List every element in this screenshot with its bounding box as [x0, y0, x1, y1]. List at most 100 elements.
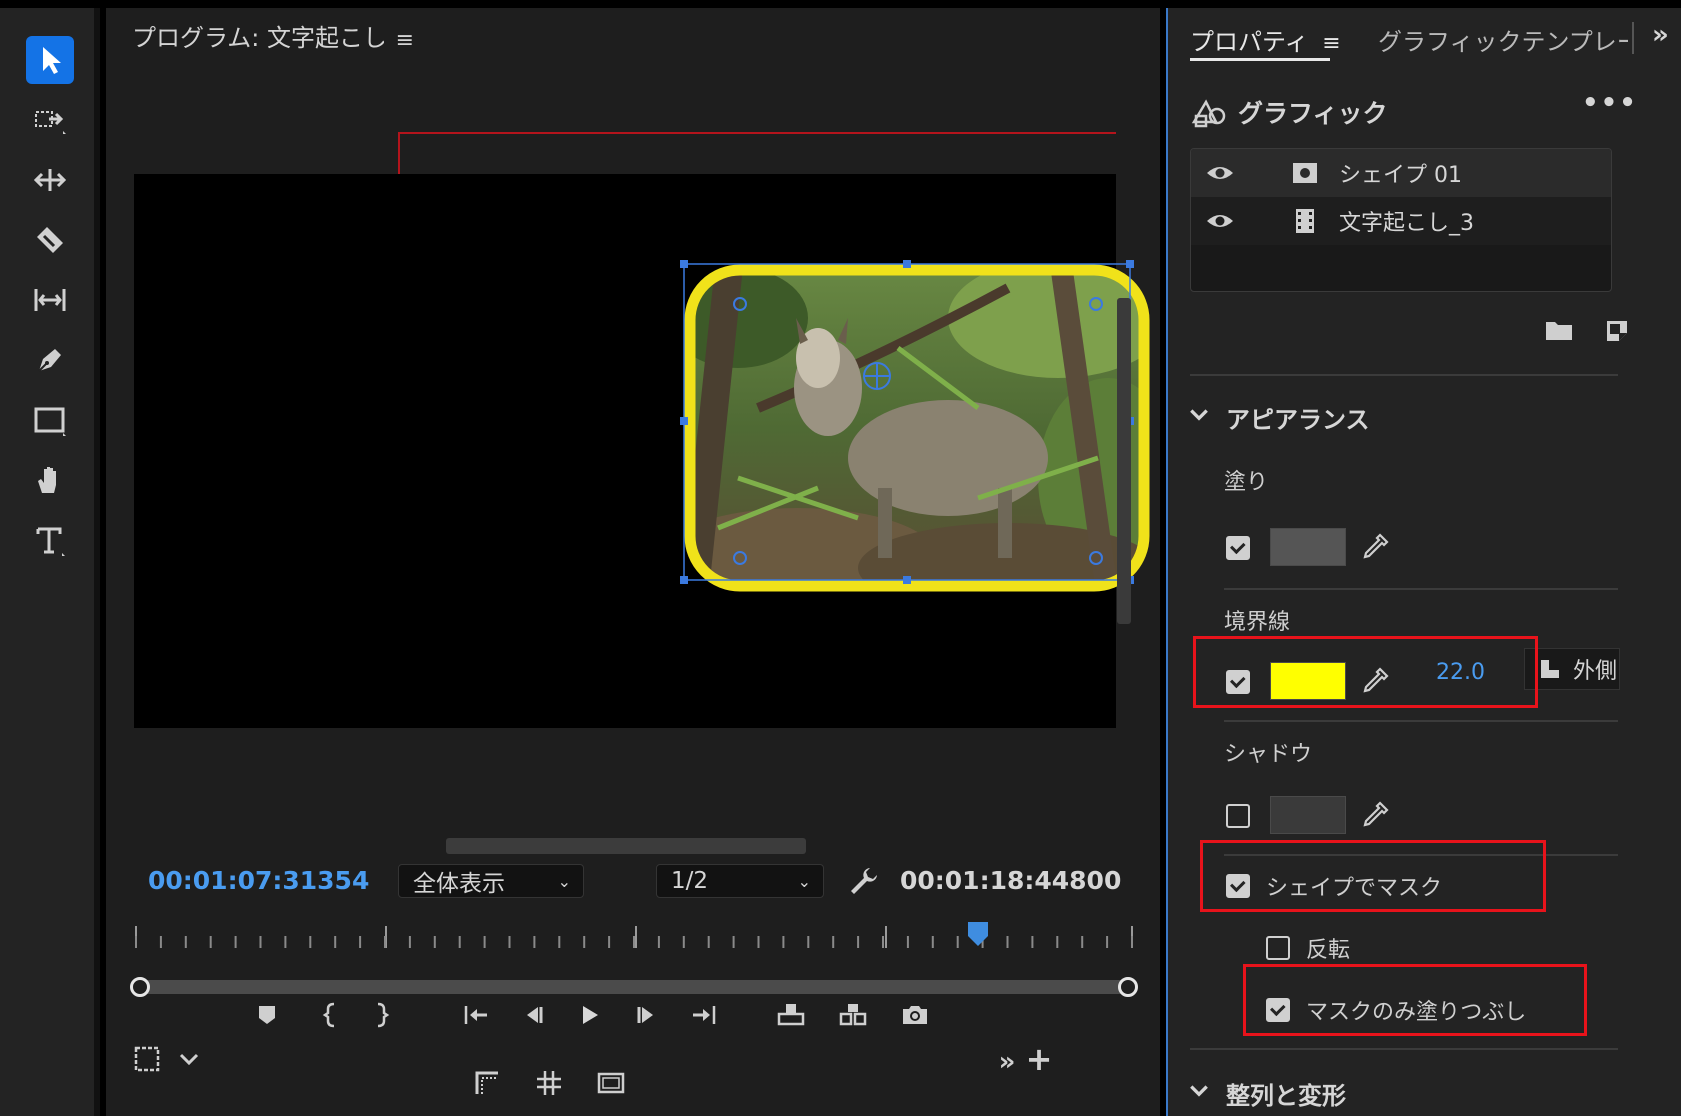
- horizontal-scrollbar[interactable]: [446, 838, 806, 854]
- eyedropper-icon[interactable]: [1360, 532, 1390, 562]
- masked-video-shape[interactable]: [678, 258, 1156, 598]
- fill-checkbox[interactable]: [1226, 536, 1250, 560]
- hamburger-icon[interactable]: ≡: [396, 28, 414, 53]
- frame-icon: [597, 1072, 625, 1094]
- graphic-layers-list: シェイプ 01 文字起こし_3: [1190, 148, 1612, 292]
- rectangle-tool[interactable]: [26, 396, 74, 444]
- safe-margins-button[interactable]: [468, 1064, 506, 1102]
- go-to-in-button[interactable]: [456, 996, 494, 1034]
- eye-icon[interactable]: [1205, 209, 1235, 233]
- current-timecode[interactable]: 00:01:07:31354: [148, 866, 369, 895]
- step-back-icon: [527, 1007, 543, 1023]
- playback-resolution-select[interactable]: 1/2 ⌄: [656, 864, 824, 898]
- layer-name: シェイプ 01: [1339, 163, 1462, 188]
- play-icon: [583, 1006, 598, 1024]
- lift-button[interactable]: [772, 996, 810, 1034]
- playhead[interactable]: [966, 920, 990, 948]
- marker-icon: [259, 1006, 275, 1024]
- stroke-outside-icon: [1541, 660, 1559, 678]
- tab-separator: [1632, 22, 1634, 54]
- stroke-position-label: 外側: [1573, 659, 1618, 684]
- title-safe-guide: [398, 132, 1116, 176]
- chevron-down-icon: ⌄: [797, 871, 811, 891]
- mark-in-button[interactable]: [312, 996, 350, 1034]
- camera-icon: [903, 1006, 927, 1024]
- tab-graphic-templates[interactable]: グラフィックテンプレート: [1378, 22, 1628, 57]
- slip-tool[interactable]: [26, 276, 74, 324]
- zoom-level-select[interactable]: 全体表示 ⌄: [398, 864, 584, 898]
- tab-properties-label: プロパティ: [1190, 28, 1309, 56]
- tools-panel: [0, 8, 100, 1116]
- track-select-tool-icon: [35, 111, 66, 134]
- shadow-checkbox[interactable]: [1226, 804, 1250, 828]
- track-select-tool[interactable]: [26, 96, 74, 144]
- chevron-down-button[interactable]: [170, 1040, 208, 1078]
- comparison-view-button[interactable]: [592, 1064, 630, 1102]
- zoom-scroll-bar[interactable]: [138, 980, 1128, 994]
- zoom-level-value: 全体表示: [413, 871, 505, 897]
- razor-tool[interactable]: [26, 216, 74, 264]
- go-to-in-icon: [464, 1006, 487, 1024]
- step-back-button[interactable]: [514, 996, 552, 1034]
- pen-tool[interactable]: [26, 336, 74, 384]
- chevron-down-icon[interactable]: [1188, 1080, 1210, 1107]
- eyedropper-icon[interactable]: [1360, 800, 1390, 830]
- step-forward-icon: [637, 1007, 653, 1023]
- folder-icon[interactable]: [1544, 318, 1574, 342]
- resolution-value: 1/2: [671, 868, 709, 894]
- mark-out-button[interactable]: [362, 996, 400, 1034]
- hand-tool[interactable]: [26, 456, 74, 504]
- program-monitor-panel: プログラム: 文字起こし_2 ≡: [106, 8, 1160, 1116]
- layer-row[interactable]: シェイプ 01: [1191, 149, 1611, 197]
- play-button[interactable]: [570, 996, 608, 1034]
- pen-tool-icon: [38, 349, 61, 372]
- graphic-icon: [1191, 99, 1226, 128]
- tab-overflow-icon[interactable]: »: [1652, 20, 1669, 50]
- clip-layer-icon: [1296, 209, 1314, 233]
- ripple-edit-tool[interactable]: [26, 156, 74, 204]
- chevron-down-icon[interactable]: [1188, 404, 1210, 431]
- export-frame-button[interactable]: [896, 996, 934, 1034]
- section-divider: [1190, 1048, 1618, 1050]
- tab-properties[interactable]: プロパティ ≡: [1190, 22, 1341, 57]
- layer-name: 文字起こし_3: [1339, 211, 1474, 236]
- layer-row[interactable]: 文字起こし_3: [1191, 197, 1611, 245]
- out-point-icon: [377, 1002, 390, 1028]
- selection-tool[interactable]: [26, 36, 74, 84]
- zoom-scroll-right-handle[interactable]: [1118, 977, 1138, 997]
- lift-icon: [777, 1004, 805, 1026]
- extract-icon: [839, 1004, 867, 1026]
- shadow-color-swatch[interactable]: [1270, 796, 1346, 834]
- in-point-icon: [322, 1002, 335, 1028]
- grid-button[interactable]: [530, 1064, 568, 1102]
- go-to-out-button[interactable]: [686, 996, 724, 1034]
- plus-icon: +: [1025, 1040, 1053, 1078]
- hamburger-icon[interactable]: ≡: [1322, 31, 1340, 56]
- zoom-scroll-left-handle[interactable]: [130, 977, 150, 997]
- duration-timecode: 00:01:18:44800: [900, 866, 1122, 895]
- type-tool[interactable]: [26, 516, 74, 564]
- wrench-icon[interactable]: [848, 865, 880, 897]
- extract-button[interactable]: [834, 996, 872, 1034]
- row-divider: [1224, 720, 1618, 722]
- graphic-section-title: グラフィック: [1238, 99, 1388, 128]
- add-marker-button[interactable]: [248, 996, 286, 1034]
- new-layer-icon[interactable]: [1604, 318, 1630, 344]
- stroke-position-button[interactable]: 外側: [1524, 648, 1620, 690]
- appearance-section-title[interactable]: アピアランス: [1226, 400, 1370, 435]
- vertical-scrollbar[interactable]: [1117, 298, 1131, 624]
- highlight-fill-mask-row: [1243, 964, 1587, 1036]
- safe-select-button[interactable]: [128, 1040, 166, 1078]
- rectangle-tool-icon: [34, 407, 66, 436]
- fill-color-swatch[interactable]: [1270, 528, 1346, 566]
- more-options-icon[interactable]: •••: [1582, 88, 1638, 118]
- chevron-down-icon: ⌄: [557, 871, 571, 891]
- fill-label: 塗り: [1224, 470, 1269, 495]
- align-transform-section-title[interactable]: 整列と変形: [1226, 1076, 1346, 1111]
- button-editor-button[interactable]: +: [1020, 1040, 1058, 1078]
- step-forward-button[interactable]: [628, 996, 666, 1034]
- invert-label[interactable]: 反転: [1306, 932, 1350, 964]
- eye-icon[interactable]: [1205, 161, 1235, 185]
- invert-checkbox[interactable]: [1266, 936, 1290, 960]
- razor-tool-icon: [37, 227, 63, 253]
